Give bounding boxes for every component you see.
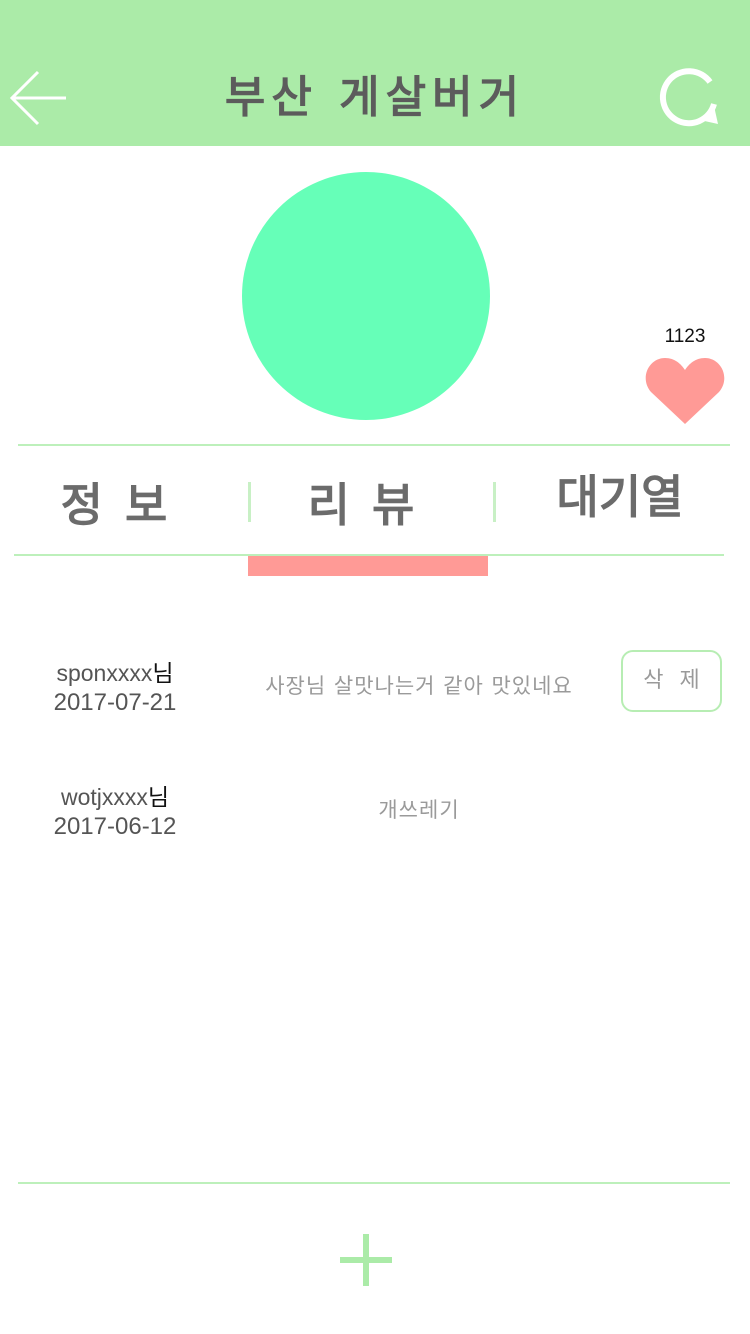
review-username: wotjxxxx [60, 784, 148, 810]
review-user: sponxxxx님 [20, 654, 210, 688]
tab-queue[interactable]: 대기열 [520, 452, 720, 542]
plus-icon[interactable] [340, 1234, 392, 1286]
refresh-icon[interactable] [656, 64, 722, 130]
tabs-top-divider [18, 444, 730, 446]
review-user-suffix: 님 [152, 660, 174, 686]
tab-separator [493, 482, 496, 522]
review-text: 사장님 살맛나는거 같아 맛있네요 [265, 674, 573, 698]
review-username: sponxxxx [56, 660, 153, 686]
like-count: 1123 [664, 326, 706, 347]
review-text: 개쓰레기 [378, 798, 460, 822]
review-date: 2017-07-21 [53, 689, 177, 716]
delete-button[interactable]: 삭제 [621, 650, 722, 712]
tab-separator [248, 482, 251, 522]
tab-review[interactable]: 리뷰 [262, 460, 482, 550]
page-title: 부산 게살버거 [224, 72, 526, 123]
tab-info[interactable]: 정보 [30, 460, 220, 550]
footer-divider [18, 1182, 730, 1184]
store-avatar [242, 172, 490, 420]
review-user-suffix: 님 [147, 784, 170, 810]
review-user: wotjxxxx님 [20, 778, 210, 812]
review-date: 2017-06-12 [53, 813, 177, 840]
top-bar: 부산 게살버거 [0, 0, 750, 146]
active-tab-indicator [248, 556, 488, 576]
heart-icon[interactable] [645, 354, 725, 426]
